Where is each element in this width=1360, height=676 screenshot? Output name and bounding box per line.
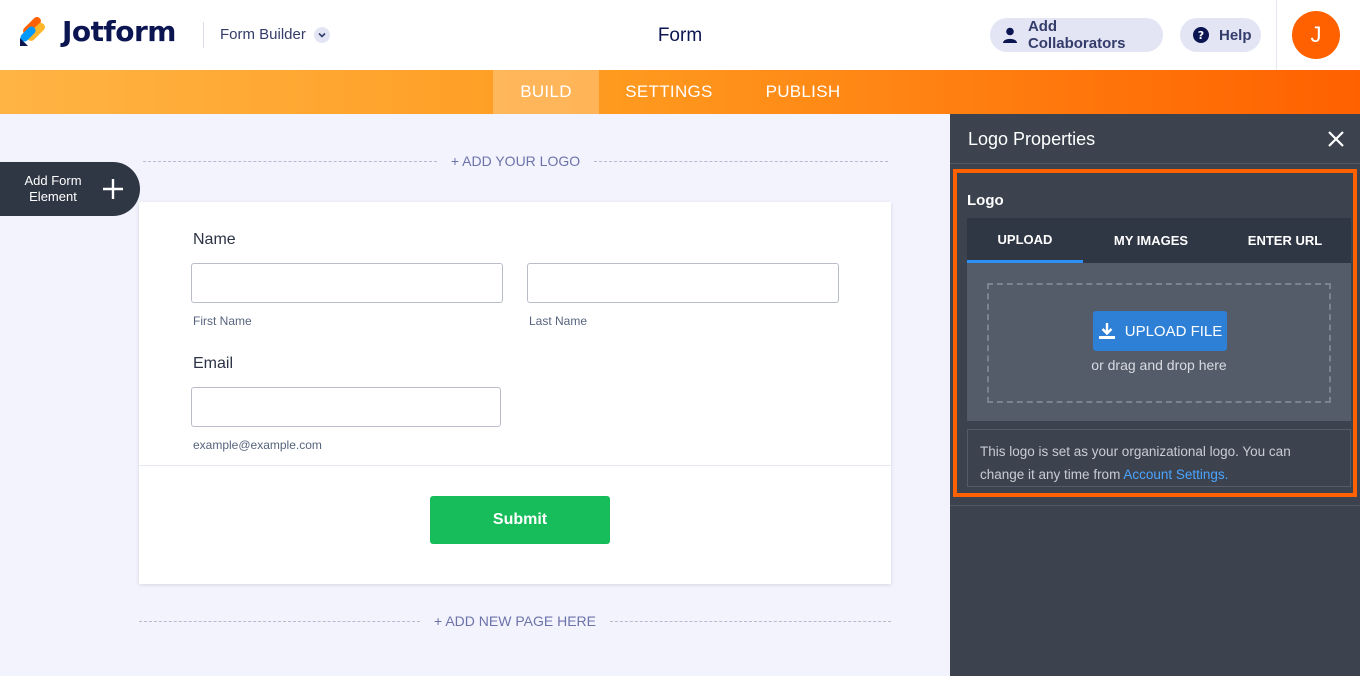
logo-tabs: UPLOAD MY IMAGES ENTER URL bbox=[967, 218, 1351, 263]
page-title: Form bbox=[657, 25, 703, 46]
svg-text:?: ? bbox=[1198, 29, 1204, 42]
dashed-divider bbox=[143, 160, 437, 162]
close-icon[interactable] bbox=[1326, 129, 1346, 149]
drag-drop-hint: or drag and drop here bbox=[1091, 357, 1227, 373]
email-sublabel: example@example.com bbox=[193, 438, 322, 452]
builder-nav-bar: BUILD SETTINGS PUBLISH bbox=[0, 70, 1360, 114]
email-input[interactable] bbox=[191, 387, 501, 427]
add-form-element-label: Add Form Element bbox=[18, 173, 88, 205]
chevron-down-icon bbox=[313, 26, 330, 43]
logo-section-label: Logo bbox=[967, 192, 1004, 209]
last-name-sublabel: Last Name bbox=[529, 314, 588, 328]
panel-header: Logo Properties bbox=[950, 114, 1360, 164]
dashed-divider bbox=[139, 620, 421, 622]
header-divider-right bbox=[1276, 0, 1277, 70]
last-name-input[interactable] bbox=[527, 263, 839, 303]
first-name-input[interactable] bbox=[191, 263, 503, 303]
dashed-divider bbox=[594, 160, 888, 162]
brand-name: Jotform bbox=[62, 15, 176, 48]
top-header: Jotform Form Builder Form Add Collaborat… bbox=[0, 0, 1360, 70]
upload-file-label: UPLOAD FILE bbox=[1124, 322, 1223, 340]
name-question-label: Name bbox=[193, 231, 236, 248]
brand[interactable]: Jotform bbox=[18, 16, 176, 48]
tab-enter-url[interactable]: ENTER URL bbox=[1229, 218, 1341, 263]
download-icon bbox=[1098, 322, 1116, 340]
email-question-label: Email bbox=[193, 355, 234, 372]
form-card: Name First Name Last Name Email example@… bbox=[139, 202, 891, 584]
dashed-divider bbox=[609, 620, 892, 622]
add-logo-link[interactable]: + ADD YOUR LOGO bbox=[437, 153, 594, 169]
add-page-row[interactable]: + ADD NEW PAGE HERE bbox=[139, 612, 892, 630]
user-icon bbox=[1002, 26, 1019, 44]
tab-my-images[interactable]: MY IMAGES bbox=[1095, 218, 1207, 263]
card-divider bbox=[139, 465, 891, 466]
logo-properties-panel: Logo Properties Logo UPLOAD MY IMAGES EN… bbox=[950, 114, 1360, 676]
add-collaborators-button[interactable]: Add Collaborators bbox=[990, 18, 1163, 52]
add-logo-row[interactable]: + ADD YOUR LOGO bbox=[143, 152, 888, 170]
add-page-link[interactable]: + ADD NEW PAGE HERE bbox=[420, 613, 610, 629]
help-button[interactable]: ? Help bbox=[1180, 18, 1261, 52]
form-builder-menu[interactable]: Form Builder bbox=[220, 26, 330, 43]
plus-icon bbox=[100, 176, 126, 202]
help-label: Help bbox=[1219, 26, 1252, 44]
add-collaborators-label: Add Collaborators bbox=[1027, 18, 1126, 52]
logo-section: Logo UPLOAD MY IMAGES ENTER URL UPLOAD F… bbox=[953, 169, 1357, 497]
tab-upload[interactable]: UPLOAD bbox=[967, 218, 1083, 263]
panel-title: Logo Properties bbox=[968, 129, 1096, 149]
submit-button[interactable]: Submit bbox=[430, 496, 610, 544]
panel-divider bbox=[950, 505, 1360, 506]
avatar[interactable]: J bbox=[1292, 11, 1340, 59]
account-settings-link[interactable]: Account Settings. bbox=[1123, 467, 1228, 482]
tab-build[interactable]: BUILD bbox=[493, 70, 599, 114]
jotform-logo-icon bbox=[18, 16, 50, 48]
first-name-sublabel: First Name bbox=[193, 314, 252, 328]
add-form-element-label-line2: Element bbox=[29, 189, 77, 204]
drop-zone[interactable]: UPLOAD FILE or drag and drop here bbox=[987, 283, 1331, 403]
tab-publish[interactable]: PUBLISH bbox=[752, 70, 854, 114]
organizational-logo-note: This logo is set as your organizational … bbox=[967, 429, 1351, 487]
tab-settings[interactable]: SETTINGS bbox=[610, 70, 728, 114]
help-icon: ? bbox=[1192, 26, 1210, 44]
upload-file-button[interactable]: UPLOAD FILE bbox=[1093, 311, 1227, 351]
add-form-element-label-line1: Add Form bbox=[24, 173, 82, 188]
upload-area: UPLOAD FILE or drag and drop here bbox=[967, 263, 1351, 421]
form-builder-label: Form Builder bbox=[220, 26, 306, 43]
header-divider bbox=[203, 22, 204, 48]
add-form-element-button[interactable]: Add Form Element bbox=[0, 162, 140, 216]
